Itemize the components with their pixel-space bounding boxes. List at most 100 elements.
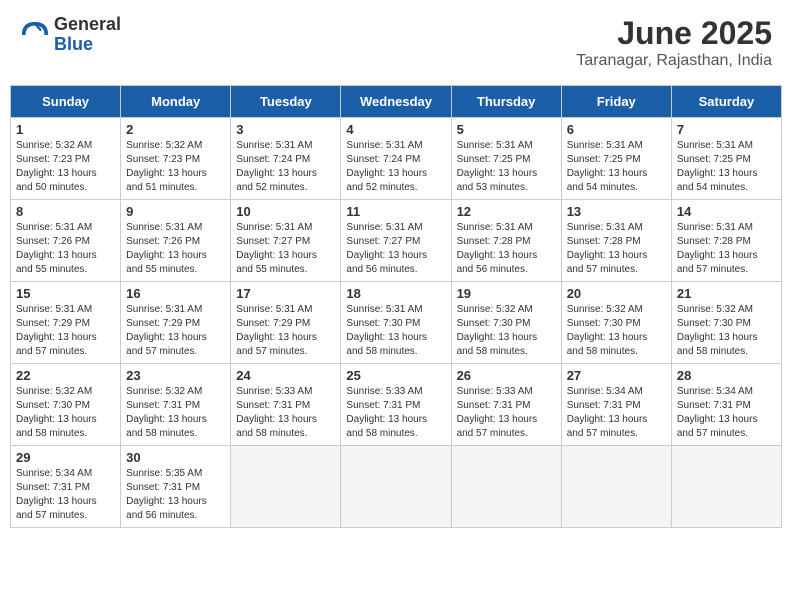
table-row: 22Sunrise: 5:32 AMSunset: 7:30 PMDayligh…: [11, 364, 121, 446]
table-row: 29 Sunrise: 5:34 AMSunset: 7:31 PMDayligh…: [11, 446, 121, 528]
day-info: Sunrise: 5:31 AMSunset: 7:24 PMDaylight:…: [236, 139, 335, 195]
page-header: General Blue June 2025 Taranagar, Rajast…: [10, 10, 782, 75]
day-info: Sunrise: 5:31 AMSunset: 7:28 PMDaylight:…: [677, 221, 776, 277]
day-number: 21: [677, 286, 776, 301]
table-row: 26 Sunrise: 5:33 AMSunset: 7:31 PMDayligh…: [451, 364, 561, 446]
day-number: 27: [567, 368, 666, 383]
day-info: Sunrise: 5:31 AMSunset: 7:26 PMDaylight:…: [126, 221, 225, 277]
day-number: 25: [346, 368, 445, 383]
col-tuesday: Tuesday: [231, 86, 341, 118]
table-row: 24Sunrise: 5:33 AMSunset: 7:31 PMDayligh…: [231, 364, 341, 446]
day-info: Sunrise: 5:34 AMSunset: 7:31 PMDaylight:…: [567, 385, 666, 441]
day-number: 30: [126, 450, 225, 465]
calendar-week-4: 22Sunrise: 5:32 AMSunset: 7:30 PMDayligh…: [11, 364, 782, 446]
table-row: 17 Sunrise: 5:31 AMSunset: 7:29 PMDayligh…: [231, 282, 341, 364]
day-info: Sunrise: 5:31 AMSunset: 7:30 PMDaylight:…: [346, 303, 445, 359]
day-info: Sunrise: 5:31 AMSunset: 7:27 PMDaylight:…: [236, 221, 335, 277]
day-number: 14: [677, 204, 776, 219]
table-row: 9 Sunrise: 5:31 AMSunset: 7:26 PMDaylight…: [121, 200, 231, 282]
day-info: Sunrise: 5:31 AMSunset: 7:29 PMDaylight:…: [16, 303, 115, 359]
table-row: [341, 446, 451, 528]
calendar-week-3: 15 Sunrise: 5:31 AMSunset: 7:29 PMDayligh…: [11, 282, 782, 364]
day-number: 6: [567, 122, 666, 137]
table-row: 19 Sunrise: 5:32 AMSunset: 7:30 PMDayligh…: [451, 282, 561, 364]
table-row: 20 Sunrise: 5:32 AMSunset: 7:30 PMDayligh…: [561, 282, 671, 364]
table-row: 5 Sunrise: 5:31 AMSunset: 7:25 PMDaylight…: [451, 118, 561, 200]
day-info: Sunrise: 5:34 AMSunset: 7:31 PMDaylight:…: [16, 467, 115, 523]
day-info: Sunrise: 5:31 AMSunset: 7:29 PMDaylight:…: [236, 303, 335, 359]
table-row: 13Sunrise: 5:31 AMSunset: 7:28 PMDayligh…: [561, 200, 671, 282]
calendar-week-1: 1 Sunrise: 5:32 AMSunset: 7:23 PMDaylight…: [11, 118, 782, 200]
day-number: 28: [677, 368, 776, 383]
table-row: 10 Sunrise: 5:31 AMSunset: 7:27 PMDayligh…: [231, 200, 341, 282]
table-row: 3Sunrise: 5:31 AMSunset: 7:24 PMDaylight…: [231, 118, 341, 200]
table-row: 12 Sunrise: 5:31 AMSunset: 7:28 PMDayligh…: [451, 200, 561, 282]
day-info: Sunrise: 5:32 AMSunset: 7:31 PMDaylight:…: [126, 385, 225, 441]
table-row: 21 Sunrise: 5:32 AMSunset: 7:30 PMDayligh…: [671, 282, 781, 364]
table-row: [671, 446, 781, 528]
day-number: 9: [126, 204, 225, 219]
table-row: [231, 446, 341, 528]
logo-text: General Blue: [54, 15, 121, 55]
day-info: Sunrise: 5:31 AMSunset: 7:24 PMDaylight:…: [346, 139, 445, 195]
day-number: 5: [457, 122, 556, 137]
day-number: 4: [346, 122, 445, 137]
table-row: 25 Sunrise: 5:33 AMSunset: 7:31 PMDayligh…: [341, 364, 451, 446]
day-number: 29: [16, 450, 115, 465]
table-row: 2 Sunrise: 5:32 AMSunset: 7:23 PMDaylight…: [121, 118, 231, 200]
calendar-week-2: 8 Sunrise: 5:31 AMSunset: 7:26 PMDaylight…: [11, 200, 782, 282]
day-number: 23: [126, 368, 225, 383]
table-row: 1 Sunrise: 5:32 AMSunset: 7:23 PMDaylight…: [11, 118, 121, 200]
table-row: 28Sunrise: 5:34 AMSunset: 7:31 PMDayligh…: [671, 364, 781, 446]
col-wednesday: Wednesday: [341, 86, 451, 118]
location-title: Taranagar, Rajasthan, India: [576, 52, 772, 70]
table-row: 23 Sunrise: 5:32 AMSunset: 7:31 PMDayligh…: [121, 364, 231, 446]
col-monday: Monday: [121, 86, 231, 118]
table-row: [561, 446, 671, 528]
day-info: Sunrise: 5:33 AMSunset: 7:31 PMDaylight:…: [346, 385, 445, 441]
day-info: Sunrise: 5:32 AMSunset: 7:30 PMDaylight:…: [567, 303, 666, 359]
table-row: [451, 446, 561, 528]
day-info: Sunrise: 5:33 AMSunset: 7:31 PMDaylight:…: [457, 385, 556, 441]
day-number: 15: [16, 286, 115, 301]
day-number: 17: [236, 286, 335, 301]
day-info: Sunrise: 5:31 AMSunset: 7:25 PMDaylight:…: [567, 139, 666, 195]
day-number: 7: [677, 122, 776, 137]
day-info: Sunrise: 5:31 AMSunset: 7:26 PMDaylight:…: [16, 221, 115, 277]
day-number: 12: [457, 204, 556, 219]
table-row: 6 Sunrise: 5:31 AMSunset: 7:25 PMDaylight…: [561, 118, 671, 200]
logo: General Blue: [20, 15, 121, 55]
day-info: Sunrise: 5:32 AMSunset: 7:23 PMDaylight:…: [16, 139, 115, 195]
day-number: 1: [16, 122, 115, 137]
table-row: 16Sunrise: 5:31 AMSunset: 7:29 PMDayligh…: [121, 282, 231, 364]
day-info: Sunrise: 5:31 AMSunset: 7:28 PMDaylight:…: [457, 221, 556, 277]
title-block: June 2025 Taranagar, Rajasthan, India: [576, 15, 772, 70]
table-row: 27 Sunrise: 5:34 AMSunset: 7:31 PMDayligh…: [561, 364, 671, 446]
day-number: 19: [457, 286, 556, 301]
logo-general: General: [54, 15, 121, 35]
col-sunday: Sunday: [11, 86, 121, 118]
day-number: 2: [126, 122, 225, 137]
logo-blue: Blue: [54, 35, 121, 55]
calendar-week-5: 29 Sunrise: 5:34 AMSunset: 7:31 PMDayligh…: [11, 446, 782, 528]
day-number: 16: [126, 286, 225, 301]
day-info: Sunrise: 5:32 AMSunset: 7:30 PMDaylight:…: [457, 303, 556, 359]
day-info: Sunrise: 5:35 AMSunset: 7:31 PMDaylight:…: [126, 467, 225, 523]
day-info: Sunrise: 5:31 AMSunset: 7:28 PMDaylight:…: [567, 221, 666, 277]
table-row: 7 Sunrise: 5:31 AMSunset: 7:25 PMDaylight…: [671, 118, 781, 200]
day-info: Sunrise: 5:31 AMSunset: 7:27 PMDaylight:…: [346, 221, 445, 277]
day-info: Sunrise: 5:32 AMSunset: 7:23 PMDaylight:…: [126, 139, 225, 195]
day-info: Sunrise: 5:32 AMSunset: 7:30 PMDaylight:…: [677, 303, 776, 359]
day-info: Sunrise: 5:31 AMSunset: 7:25 PMDaylight:…: [677, 139, 776, 195]
day-info: Sunrise: 5:32 AMSunset: 7:30 PMDaylight:…: [16, 385, 115, 441]
table-row: 18 Sunrise: 5:31 AMSunset: 7:30 PMDayligh…: [341, 282, 451, 364]
day-number: 10: [236, 204, 335, 219]
calendar-header-row: Sunday Monday Tuesday Wednesday Thursday…: [11, 86, 782, 118]
day-number: 18: [346, 286, 445, 301]
table-row: 4 Sunrise: 5:31 AMSunset: 7:24 PMDaylight…: [341, 118, 451, 200]
day-info: Sunrise: 5:31 AMSunset: 7:25 PMDaylight:…: [457, 139, 556, 195]
day-number: 20: [567, 286, 666, 301]
day-number: 26: [457, 368, 556, 383]
day-number: 8: [16, 204, 115, 219]
calendar-table: Sunday Monday Tuesday Wednesday Thursday…: [10, 85, 782, 528]
